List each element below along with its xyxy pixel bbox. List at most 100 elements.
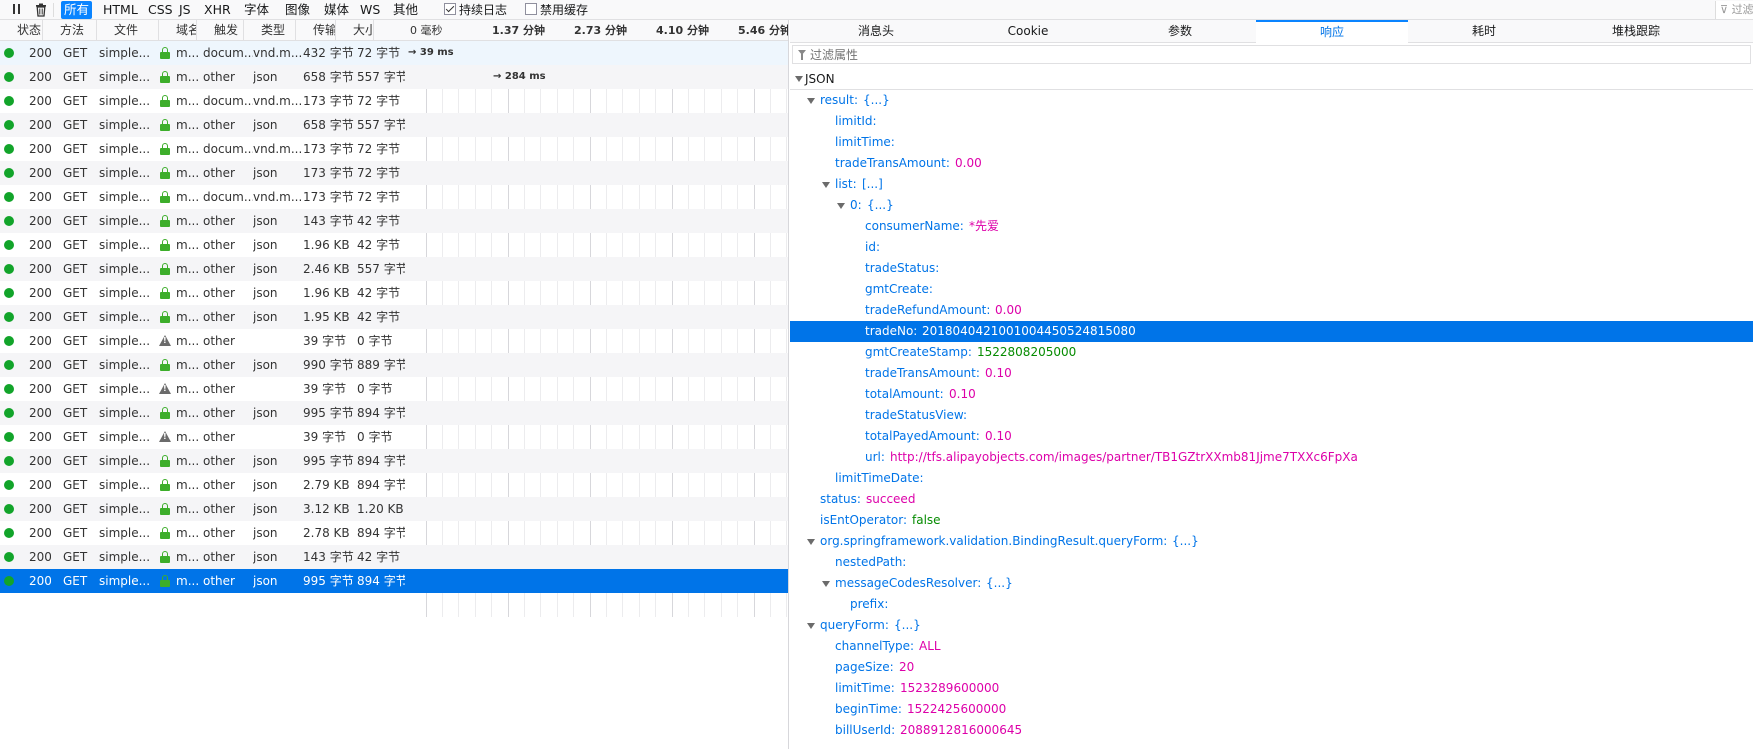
filter-button-9[interactable]: 其他 <box>390 1 421 19</box>
json-node[interactable]: result: {...} <box>790 90 1753 111</box>
expand-triangle-icon[interactable] <box>837 203 845 209</box>
json-section-header[interactable]: JSON <box>790 68 1753 90</box>
status-dot-icon <box>4 288 14 298</box>
json-node[interactable]: url: http://tfs.alipayobjects.com/images/… <box>790 447 1753 468</box>
request-row[interactable]: 200 GET simple... m... other json 1.96 KB 42 字节 <box>0 233 788 257</box>
json-node[interactable]: beginTime: 1522425600000 <box>790 699 1753 720</box>
json-node[interactable]: tradeNo: 2018040421001004450524815080 <box>790 321 1753 342</box>
json-node[interactable]: billUserId: 2088912816000645 <box>790 720 1753 741</box>
request-cause: other <box>203 550 235 564</box>
json-node[interactable]: gmtCreate: <box>790 279 1753 300</box>
json-node[interactable]: tradeRefundAmount: 0.00 <box>790 300 1753 321</box>
json-node[interactable]: nestedPath: <box>790 552 1753 573</box>
json-value: 20 <box>899 660 915 674</box>
tab-5[interactable]: 堆栈跟踪 <box>1560 20 1712 43</box>
json-node[interactable]: org.springframework.validation.BindingRe… <box>790 531 1753 552</box>
trash-icon[interactable] <box>34 3 48 17</box>
expand-triangle-icon[interactable] <box>807 623 815 629</box>
request-row[interactable]: 200 GET simple... m... other json 990 字节 889 字节 <box>0 353 788 377</box>
request-row[interactable]: 200 GET simple... m... other json 658 字节 557 字节… <box>0 65 788 89</box>
filter-button-2[interactable]: CSS <box>145 1 176 19</box>
tab-1[interactable]: Cookie <box>952 20 1104 43</box>
request-row[interactable]: 200 GET simple... m... docum... vnd.m... 432 字… <box>0 41 788 65</box>
json-node[interactable]: totalPayedAmount: 0.10 <box>790 426 1753 447</box>
json-node[interactable]: id: <box>790 237 1753 258</box>
tab-0[interactable]: 消息头 <box>800 20 952 43</box>
json-node[interactable]: tradeTransAmount: 0.10 <box>790 363 1753 384</box>
request-row[interactable]: 200 GET simple... m... other json 995 字节 894 字节 <box>0 449 788 473</box>
json-node[interactable]: consumerName: *先爱 <box>790 216 1753 237</box>
tab-3[interactable]: 响应 <box>1256 20 1408 43</box>
json-node[interactable]: pageSize: 20 <box>790 657 1753 678</box>
expand-triangle-icon[interactable] <box>822 182 830 188</box>
request-row[interactable]: 200 GET simple... m... other json 995 字节 894 字节 <box>0 569 788 593</box>
request-row[interactable]: 200 GET simple... m... other json 173 字节 72 字节 <box>0 161 788 185</box>
json-node[interactable]: channelType: ALL <box>790 636 1753 657</box>
expand-triangle-icon[interactable] <box>795 76 803 82</box>
column-header-5[interactable]: 类型 <box>258 20 296 41</box>
request-row[interactable]: 200 GET simple... m... docum... vnd.m... 173 字… <box>0 137 788 161</box>
filter-button-0[interactable]: 所有 <box>61 1 93 19</box>
json-node[interactable]: prefix: <box>790 594 1753 615</box>
request-row[interactable]: 200 GET simple... m... other json 658 字节 557 字节 <box>0 113 788 137</box>
tab-4[interactable]: 耗时 <box>1408 20 1560 43</box>
json-node[interactable]: tradeTransAmount: 0.00 <box>790 153 1753 174</box>
request-method: GET <box>63 382 88 396</box>
json-node[interactable]: gmtCreateStamp: 1522808205000 <box>790 342 1753 363</box>
filter-button-6[interactable]: 图像 <box>282 1 313 19</box>
json-node[interactable]: limitTime: <box>790 132 1753 153</box>
column-header-2[interactable]: 文件 <box>111 20 159 41</box>
request-row[interactable]: 200 GET simple... m... docum... vnd.m... 173 字… <box>0 89 788 113</box>
json-node[interactable]: totalAmount: 0.10 <box>790 384 1753 405</box>
column-header-4[interactable]: 触发 <box>211 20 244 41</box>
expand-triangle-icon[interactable] <box>807 98 815 104</box>
json-node[interactable]: tradeStatusView: <box>790 405 1753 426</box>
tab-2[interactable]: 参数 <box>1104 20 1256 43</box>
request-row[interactable]: 200 GET simple... m... other json 143 字节 42 字节 <box>0 545 788 569</box>
json-node[interactable]: queryForm: {...} <box>790 615 1753 636</box>
request-row[interactable]: 200 GET simple... m... other json 2.79 KB 894 字… <box>0 473 788 497</box>
request-row[interactable]: 200 GET simple... m... other json 143 字节 42 字节 <box>0 209 788 233</box>
filter-button-3[interactable]: JS <box>176 1 194 19</box>
column-header-0[interactable]: 状态 <box>14 20 43 41</box>
request-row[interactable]: 200 GET simple... m... other json 1.95 KB 42 字节 <box>0 305 788 329</box>
request-row[interactable]: 200 GET simple... m... other json 2.46 KB 557 字… <box>0 257 788 281</box>
persist-logs-checkbox[interactable] <box>444 3 456 15</box>
column-header-1[interactable]: 方法 <box>57 20 97 41</box>
expand-triangle-icon[interactable] <box>822 581 830 587</box>
request-status: 200 <box>29 478 51 492</box>
column-header-6[interactable]: 传输 <box>310 20 336 41</box>
request-row[interactable]: 200 GET simple... m... other json 3.12 KB 1.20 … <box>0 497 788 521</box>
request-row[interactable]: 200 GET simple... m... other 39 字节 0 字节 <box>0 329 788 353</box>
request-row[interactable]: 200 GET simple... m... other json 1.96 KB 42 字节 <box>0 281 788 305</box>
json-value: [...] <box>862 177 883 191</box>
request-type: json <box>253 166 278 180</box>
filter-button-4[interactable]: XHR <box>201 1 234 19</box>
json-node[interactable]: tradeStatus: <box>790 258 1753 279</box>
request-row[interactable]: 200 GET simple... m... other json 995 字节 894 字节 <box>0 401 788 425</box>
expand-triangle-icon[interactable] <box>807 539 815 545</box>
filter-properties-box[interactable] <box>792 45 1751 64</box>
pause-icon[interactable] <box>9 4 23 16</box>
request-row[interactable]: 200 GET simple... m... other 39 字节 0 字节 <box>0 377 788 401</box>
column-header-7[interactable]: 大小 <box>350 20 374 41</box>
json-node[interactable]: messageCodesResolver: {...} <box>790 573 1753 594</box>
request-row[interactable]: 200 GET simple... m... docum... vnd.m... 173 字… <box>0 185 788 209</box>
json-node[interactable]: isEntOperator: false <box>790 510 1753 531</box>
filter-properties-input[interactable] <box>810 46 1740 63</box>
json-node[interactable]: list: [...] <box>790 174 1753 195</box>
request-row[interactable]: 200 GET simple... m... other 39 字节 0 字节 <box>0 425 788 449</box>
disable-cache-checkbox[interactable] <box>525 3 537 15</box>
json-node[interactable]: limitId: <box>790 111 1753 132</box>
json-node[interactable]: 0: {...} <box>790 195 1753 216</box>
json-node[interactable]: status: succeed <box>790 489 1753 510</box>
filter-url-input[interactable]: ⊽ 过滤 <box>1715 1 1753 19</box>
filter-button-5[interactable]: 字体 <box>241 1 272 19</box>
filter-button-8[interactable]: WS <box>357 1 383 19</box>
json-node[interactable]: limitTimeDate: <box>790 468 1753 489</box>
request-row[interactable]: 200 GET simple... m... other json 2.78 KB 894 字… <box>0 521 788 545</box>
filter-button-1[interactable]: HTML <box>100 1 141 19</box>
filter-button-7[interactable]: 媒体 <box>321 1 352 19</box>
column-header-3[interactable]: 域名 <box>173 20 197 41</box>
json-node[interactable]: limitTime: 1523289600000 <box>790 678 1753 699</box>
